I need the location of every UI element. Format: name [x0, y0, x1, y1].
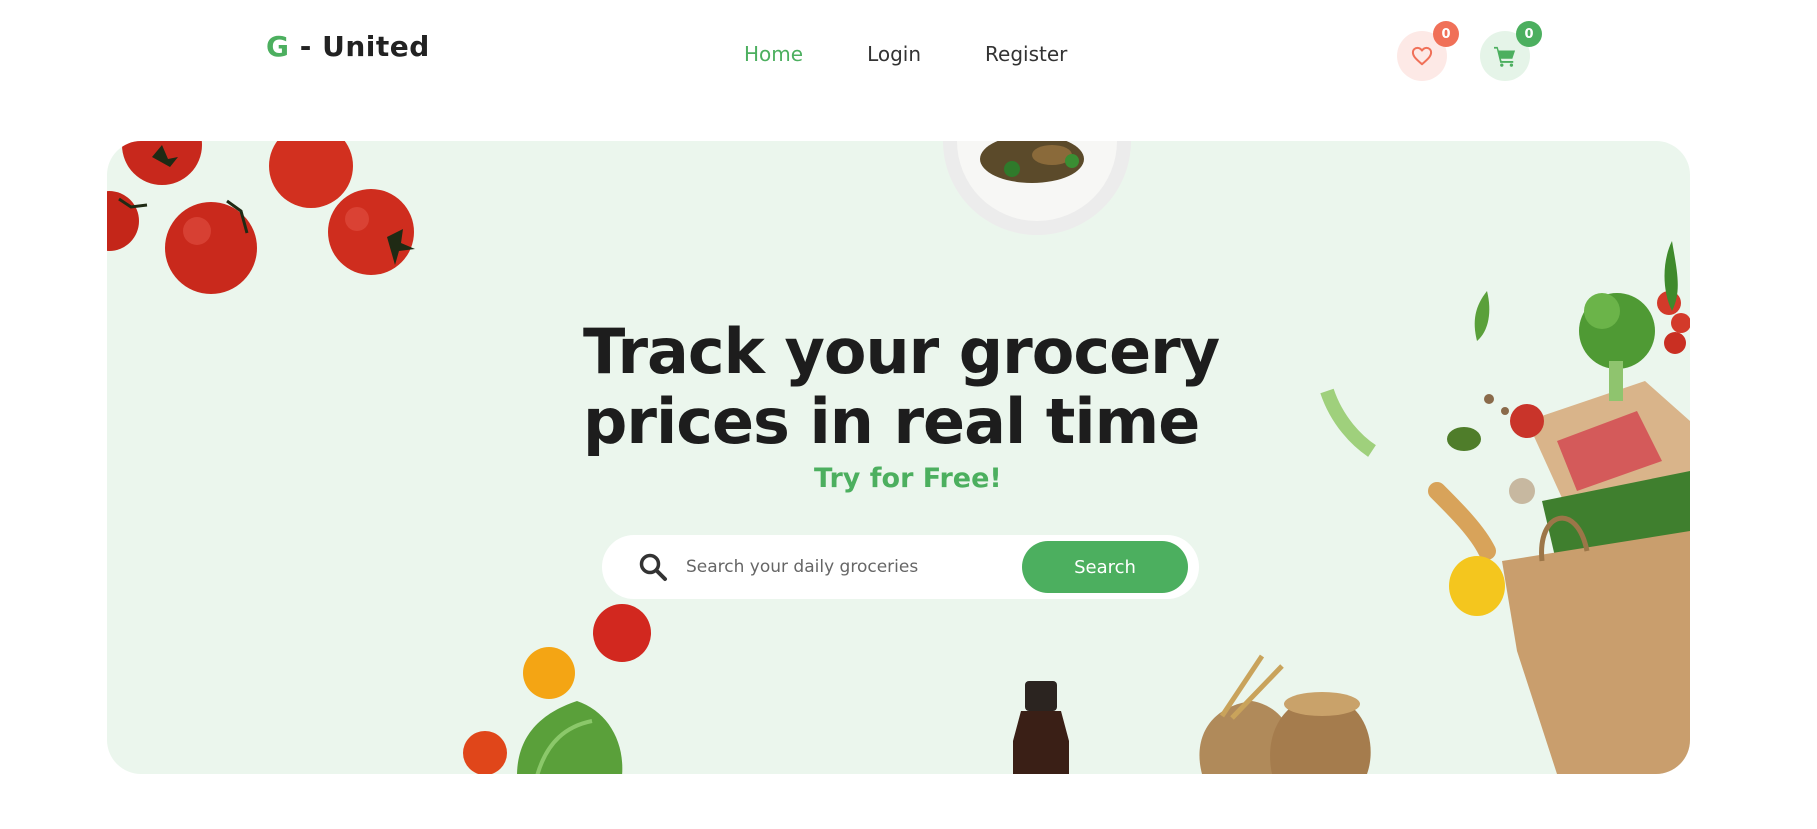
- heart-icon: [1411, 46, 1433, 66]
- hero-headline: Track your grocery prices in real time: [583, 317, 1223, 457]
- wishlist-button[interactable]: 0: [1397, 21, 1459, 81]
- main-nav: Home Login Register: [744, 42, 1067, 66]
- search-icon: [639, 553, 667, 581]
- search-input[interactable]: [686, 547, 1016, 587]
- bottle-image: [1013, 681, 1069, 774]
- brand-logo[interactable]: G - United: [266, 30, 430, 63]
- cart-icon: [1494, 46, 1516, 67]
- nav-home-link[interactable]: Home: [744, 42, 803, 66]
- vegetables-image: [463, 604, 651, 774]
- tomatoes-image: [107, 141, 415, 294]
- grocery-bag-image: [1320, 241, 1690, 774]
- search-button[interactable]: Search: [1022, 541, 1188, 593]
- headline-line-1: Track your grocery: [583, 315, 1220, 388]
- cart-button[interactable]: 0: [1480, 21, 1542, 81]
- site-header: G - United Home Login Register 0 0: [0, 0, 1817, 110]
- cart-count-badge: 0: [1516, 21, 1542, 47]
- headline-line-2: prices in real time: [583, 385, 1200, 458]
- salad-plate-image: [943, 141, 1131, 235]
- nav-register-link[interactable]: Register: [985, 42, 1067, 66]
- wishlist-count-badge: 0: [1433, 21, 1459, 47]
- hero-banner: Track your grocery prices in real time T…: [107, 141, 1690, 774]
- logo-letter: G: [266, 30, 290, 63]
- nav-login-link[interactable]: Login: [867, 42, 921, 66]
- logo-text: - United: [289, 30, 430, 63]
- tagline-text[interactable]: Try for Free!: [814, 463, 1002, 494]
- search-bar: Search: [602, 535, 1199, 599]
